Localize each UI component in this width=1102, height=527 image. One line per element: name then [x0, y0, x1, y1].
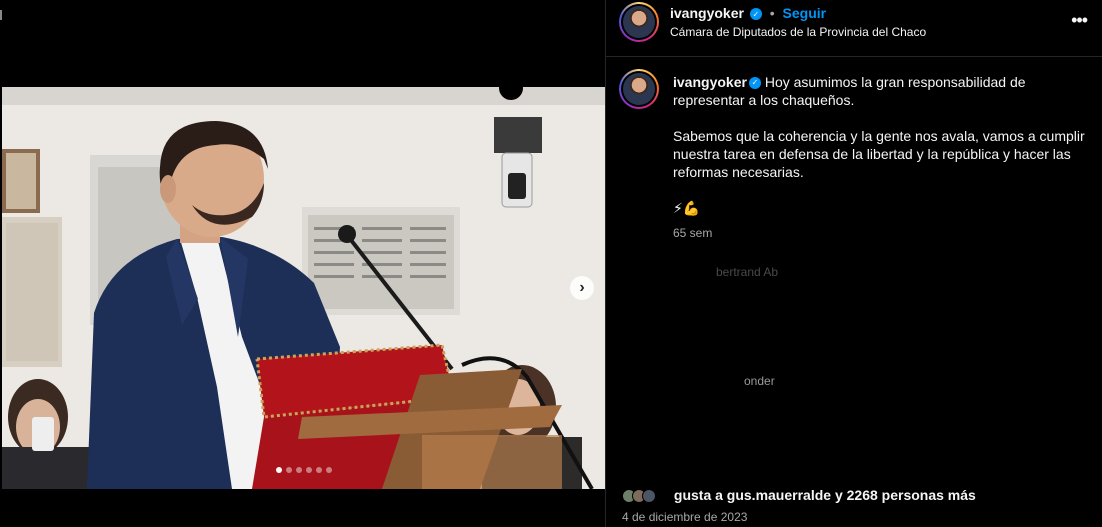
likes-summary[interactable]: gusta a gus.mauerralde y 2268 personas m… [622, 487, 976, 504]
ghost-comment-text: bertrand Ab [716, 265, 779, 279]
chevron-right-icon[interactable]: › [570, 276, 594, 300]
caption-line-2: Sabemos que la coherencia y la gente nos… [673, 128, 1085, 180]
location-link[interactable]: Cámara de Diputados de la Provincia del … [670, 25, 926, 39]
window-edge-mark [0, 10, 2, 20]
avatar[interactable] [619, 2, 659, 42]
verified-badge-icon: ✓ [748, 77, 761, 90]
separator-dot: • [769, 5, 775, 21]
carousel-dot [286, 467, 292, 473]
media-area: › [0, 0, 605, 527]
post-date: 4 de diciembre de 2023 [622, 510, 748, 524]
post-side-panel: ivangyoker ✓ • Seguir Cámara de Diputado… [605, 0, 1102, 527]
more-horizontal-icon[interactable]: ••• [1071, 10, 1088, 31]
caption-username-link[interactable]: ivangyoker [673, 74, 747, 90]
carousel-dot [296, 467, 302, 473]
photo-illustration [2, 87, 605, 489]
username-link[interactable]: ivangyoker [670, 5, 744, 21]
caption-emojis: ⚡💪 [673, 200, 701, 216]
reply-link[interactable]: onder [744, 374, 775, 388]
post-photo[interactable] [2, 87, 605, 489]
follow-button[interactable]: Seguir [783, 5, 827, 21]
comments-area: bertrand Ab onder [616, 262, 1096, 472]
carousel-dot [326, 467, 332, 473]
header-title-line: ivangyoker ✓ • Seguir [670, 5, 826, 21]
avatar[interactable] [619, 69, 659, 109]
post-time-ago[interactable]: 65 sem [673, 226, 712, 240]
post-header: ivangyoker ✓ • Seguir Cámara de Diputado… [606, 0, 1102, 57]
carousel-dot [306, 467, 312, 473]
caption-text: ivangyoker ✓ Hoy asumimos la gran respons… [673, 73, 1085, 181]
carousel-dot [316, 467, 322, 473]
verified-badge-icon: ✓ [749, 8, 762, 21]
likes-text: gusta a gus.mauerralde y 2268 personas m… [673, 487, 976, 503]
carousel-dot [276, 467, 282, 473]
media-corner-dot [499, 76, 523, 100]
carousel-indicator [276, 467, 332, 473]
liker-avatars [622, 489, 670, 504]
instagram-post-modal: › ivangyoker ✓ • Seguir Cámara de Diputa… [0, 0, 1102, 527]
